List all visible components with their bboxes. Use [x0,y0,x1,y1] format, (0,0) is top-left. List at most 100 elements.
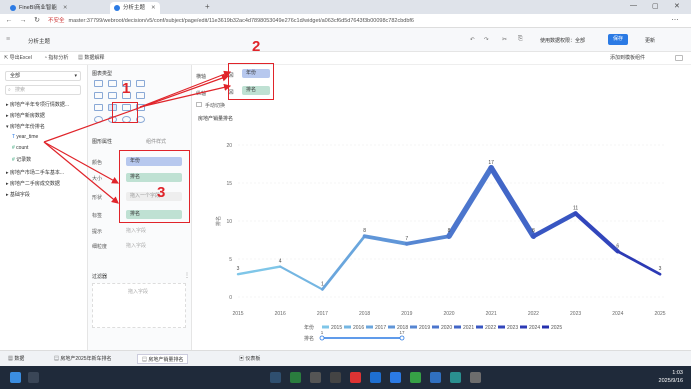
bar-chart-icon[interactable] [94,92,103,99]
series-line-segment [236,265,282,276]
x-tick-label: 2023 [570,311,581,317]
dataset-select[interactable]: 全部 ▾ [5,71,81,81]
x-tick-label: 2021 [486,311,497,317]
pie-chart-icon[interactable] [94,116,103,123]
legend-swatch [322,325,329,329]
series-line-segment [446,165,494,239]
edge-icon[interactable] [270,372,281,383]
x-tick-label: 2022 [528,311,539,317]
close-icon[interactable]: ✕ [151,5,156,11]
tooltip-drop-zone[interactable]: 拖入字段 [126,227,146,234]
url-field[interactable]: 不安全 master:37799/webroot/decision/v5/conf… [48,16,608,26]
minimize-icon[interactable]: — [630,2,637,9]
detail-drop-zone[interactable]: 拖入字段 [126,242,146,249]
field-label: year_time [16,134,39,140]
field-record-count[interactable]: # 记录数 [12,156,31,163]
cut-icon[interactable]: ✂ [502,36,507,43]
sheet-tab-2025[interactable]: ▤ 房地产2025年新车排名 [50,354,116,364]
kpi-card-icon[interactable] [136,80,145,87]
new-tab-button[interactable]: + [205,2,210,11]
start-icon[interactable] [10,372,21,383]
green-app-icon[interactable] [290,372,301,383]
combo-chart-icon[interactable] [94,104,103,111]
legend-item-label: 2022 [485,325,496,331]
legend-item-label: 2023 [507,325,518,331]
chrome-icon[interactable] [430,372,441,383]
data-permission-select[interactable]: 使用数据权限：全部 [540,37,585,44]
reload-icon[interactable]: ↻ [32,16,42,26]
field-count[interactable]: # count [12,145,28,151]
search-icon: ⌕ [8,87,11,93]
toolbar-item-2[interactable]: ◔ 指标分析 [44,54,68,61]
size-legend-min-handle [319,335,325,341]
graphic-attr-tab[interactable]: 图形属性 [92,138,112,145]
size-legend-min-label: 1 [321,330,324,335]
close-window-icon[interactable]: ✕ [674,2,680,10]
data-label: 4 [279,259,282,265]
tree-item-1[interactable]: ▸ 房地产半年专项行情数据... [6,101,69,108]
annotation-number-3: 3 [157,184,166,201]
toolbar-item-1[interactable]: ⇱ 导出Excel [4,54,32,61]
finebi-favicon-icon [10,4,16,11]
grouped-table-icon[interactable] [108,80,117,87]
chart-type-heading: 图表类型 [92,71,113,77]
tree-item-3[interactable]: ▾ 房地产年份排名 [6,123,45,130]
redo-icon[interactable]: ↷ [484,37,489,43]
x-tick-label: 2025 [654,311,665,317]
tree-item-2[interactable]: ▸ 房地产新房数据 [6,112,45,119]
wechat-icon[interactable] [410,372,421,383]
browser-tab-finebi[interactable]: FineBI商业智能 ✕ [6,2,72,14]
ide-icon[interactable] [330,372,341,383]
red-app-icon[interactable] [350,372,361,383]
tree-item-6[interactable]: ▸ 基础字段 [6,191,30,198]
menu-icon[interactable]: ≡ [6,36,10,43]
add-to-template-checkbox[interactable] [675,55,683,61]
taskbar-clock: 1:03 2025/9/16 [659,369,683,385]
clock-date: 2025/9/16 [658,378,683,384]
field-year-time[interactable]: T year_time [12,134,38,140]
copy-icon[interactable]: ⎘ [518,36,523,43]
tree-label: 房地产年份排名 [9,124,45,130]
browser-tab-analysis[interactable]: 分析主题 ✕ [110,2,160,14]
more-icon[interactable]: ⋯ [670,16,680,26]
close-icon[interactable]: ✕ [63,5,68,11]
undo-icon[interactable]: ↶ [470,37,475,43]
taskbar-search-icon[interactable] [28,372,39,383]
maximize-icon[interactable]: ▢ [652,2,659,10]
teal-app-icon[interactable] [450,372,461,383]
toolbar-item-3[interactable]: ▦ 数据解释 [78,54,104,61]
blue-app-icon[interactable] [390,372,401,383]
annotation-box-2 [228,63,274,100]
legend-swatch [454,325,461,329]
detail-prop-label: 细粒度 [92,244,108,250]
table-chart-icon[interactable] [94,80,103,87]
component-style-tab[interactable]: 组件样式 [146,138,166,145]
legend-swatch [344,325,351,329]
area-chart-icon[interactable] [136,92,145,99]
sheet-tab-sales-rank[interactable]: ▤ 房地产销量排名 [137,354,189,364]
forward-icon[interactable]: → [18,16,28,26]
tree-item-5[interactable]: ▸ 房地产二手房成交数据 [6,180,60,187]
annotation-box-1 [112,102,138,123]
line-chart: 0 5 10 15 20 排名 2015 2016 2017 2018 2019 2020 2021 20… [192,65,691,350]
tree-label: 房地产新房数据 [9,113,45,119]
chart-icon: ▤ [54,356,60,362]
search-placeholder: 搜索 [15,87,26,93]
save-button[interactable]: 保存 [608,34,628,45]
update-button[interactable]: 更新 [645,37,655,44]
stacked-bar-icon[interactable] [108,92,117,99]
tree-item-4[interactable]: ▸ 房地产市场二手车基本... [6,169,64,176]
export-icon: ⇱ [4,55,9,61]
steam-icon[interactable] [310,372,321,383]
y-tick-label: 20 [226,143,232,149]
back-icon[interactable]: ← [4,16,14,26]
vscode-icon[interactable] [370,372,381,383]
data-explain-label: 数据解释 [84,55,105,61]
widget-toolbar: ⇱ 导出Excel ◔ 指标分析 ▦ 数据解释 添加到模板组件 [0,52,691,65]
analysis-icon: ◔ [44,55,48,61]
finebi-favicon-icon [114,4,120,11]
sheet-tab-dashboard[interactable]: ▣ 仪表板 [235,354,264,364]
sheet-tab-data[interactable]: ▦ 数据 [4,354,28,364]
gray-app-icon[interactable] [470,372,481,383]
search-input[interactable]: ⌕ 搜索 [5,85,81,95]
